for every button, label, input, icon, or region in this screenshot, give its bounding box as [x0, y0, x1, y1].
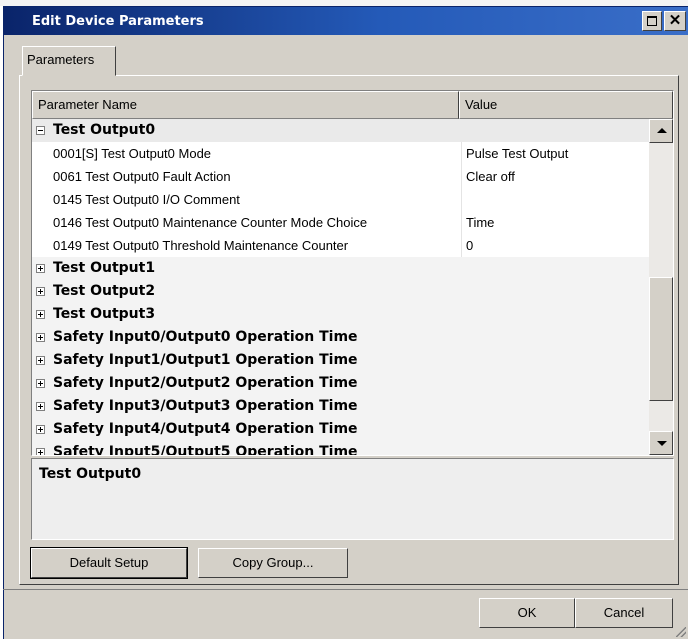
scroll-up-button[interactable]	[649, 119, 673, 143]
group-label: Safety Input5/Output5 Operation Time	[53, 444, 358, 456]
expand-icon[interactable]	[36, 356, 45, 365]
title-bar[interactable]: Edit Device Parameters ✕	[4, 7, 688, 35]
group-row[interactable]: Test Output3	[32, 303, 649, 326]
scrollbar-thumb[interactable]	[649, 277, 673, 401]
column-divider	[461, 211, 462, 234]
group-label: Safety Input4/Output4 Operation Time	[53, 421, 358, 437]
parameter-rows: Test Output0 0001[S] Test Output0 Mode Pul…	[32, 119, 649, 456]
resize-grip[interactable]	[676, 627, 686, 637]
default-setup-button[interactable]: Default Setup	[30, 547, 188, 579]
arrow-down-icon	[657, 441, 667, 446]
column-divider	[461, 234, 462, 257]
description-title: Test Output0	[39, 466, 142, 482]
parameter-name: 0146 Test Output0 Maintenance Counter Mo…	[53, 215, 368, 230]
parameter-name: 0145 Test Output0 I/O Comment	[53, 192, 240, 207]
ok-button[interactable]: OK	[479, 598, 575, 628]
group-row[interactable]: Safety Input4/Output4 Operation Time	[32, 418, 649, 441]
group-label: Safety Input0/Output0 Operation Time	[53, 329, 358, 345]
group-label: Safety Input1/Output1 Operation Time	[53, 352, 358, 368]
parameter-name: 0149 Test Output0 Threshold Maintenance …	[53, 238, 349, 253]
arrow-up-icon	[657, 128, 667, 133]
parameter-row[interactable]: 0145 Test Output0 I/O Comment	[32, 188, 649, 211]
parameter-value[interactable]: Time	[466, 211, 494, 234]
maximize-button[interactable]	[642, 11, 662, 31]
parameter-value[interactable]: Clear off	[466, 165, 515, 188]
scroll-down-button[interactable]	[649, 431, 673, 455]
group-row[interactable]: Safety Input1/Output1 Operation Time	[32, 349, 649, 372]
parameter-value[interactable]: 0	[466, 234, 473, 257]
group-row[interactable]: Safety Input3/Output3 Operation Time	[32, 395, 649, 418]
parameter-row[interactable]: 0061 Test Output0 Fault Action Clear off	[32, 165, 649, 188]
expand-icon[interactable]	[36, 425, 45, 434]
group-row[interactable]: Test Output0	[32, 119, 649, 142]
parameter-name: 0001[S] Test Output0 Mode	[53, 146, 212, 161]
window-title: Edit Device Parameters	[32, 14, 204, 29]
group-label: Test Output0	[53, 122, 156, 138]
group-row[interactable]: Safety Input5/Output5 Operation Time	[32, 441, 649, 456]
group-label: Safety Input3/Output3 Operation Time	[53, 398, 358, 414]
expand-icon[interactable]	[36, 402, 45, 411]
parameter-name: 0061 Test Output0 Fault Action	[53, 169, 231, 184]
collapse-icon[interactable]	[36, 126, 45, 135]
parameter-tree: Parameter Name Value Test Output0 0001[S]…	[31, 90, 674, 456]
parameter-row[interactable]: 0001[S] Test Output0 Mode Pulse Test Outp…	[32, 142, 649, 165]
expand-icon[interactable]	[36, 287, 45, 296]
expand-icon[interactable]	[36, 310, 45, 319]
group-row[interactable]: Test Output1	[32, 257, 649, 280]
tab-parameters[interactable]: Parameters	[22, 46, 116, 76]
column-divider	[461, 142, 462, 165]
column-header-value[interactable]: Value	[459, 91, 673, 119]
column-divider	[461, 165, 462, 188]
vertical-scrollbar[interactable]	[649, 119, 673, 455]
parameter-value[interactable]: Pulse Test Output	[466, 142, 568, 165]
footer-divider	[3, 589, 688, 590]
expand-icon[interactable]	[36, 264, 45, 273]
column-divider	[461, 188, 462, 211]
close-icon: ✕	[668, 12, 682, 29]
cancel-button[interactable]: Cancel	[575, 598, 673, 628]
parameter-row[interactable]: 0146 Test Output0 Maintenance Counter Mo…	[32, 211, 649, 234]
group-label: Test Output2	[53, 283, 156, 299]
copy-group-button[interactable]: Copy Group...	[198, 548, 348, 578]
group-label: Safety Input2/Output2 Operation Time	[53, 375, 358, 391]
close-button[interactable]: ✕	[664, 11, 686, 31]
group-row[interactable]: Safety Input0/Output0 Operation Time	[32, 326, 649, 349]
group-row[interactable]: Test Output2	[32, 280, 649, 303]
expand-icon[interactable]	[36, 333, 45, 342]
group-label: Test Output1	[53, 260, 156, 276]
expand-icon[interactable]	[36, 448, 45, 455]
group-row[interactable]: Safety Input2/Output2 Operation Time	[32, 372, 649, 395]
column-header-parameter-name[interactable]: Parameter Name	[32, 91, 459, 119]
parameter-row[interactable]: 0149 Test Output0 Threshold Maintenance …	[32, 234, 649, 257]
expand-icon[interactable]	[36, 379, 45, 388]
description-pane: Test Output0	[31, 458, 674, 540]
group-label: Test Output3	[53, 306, 156, 322]
